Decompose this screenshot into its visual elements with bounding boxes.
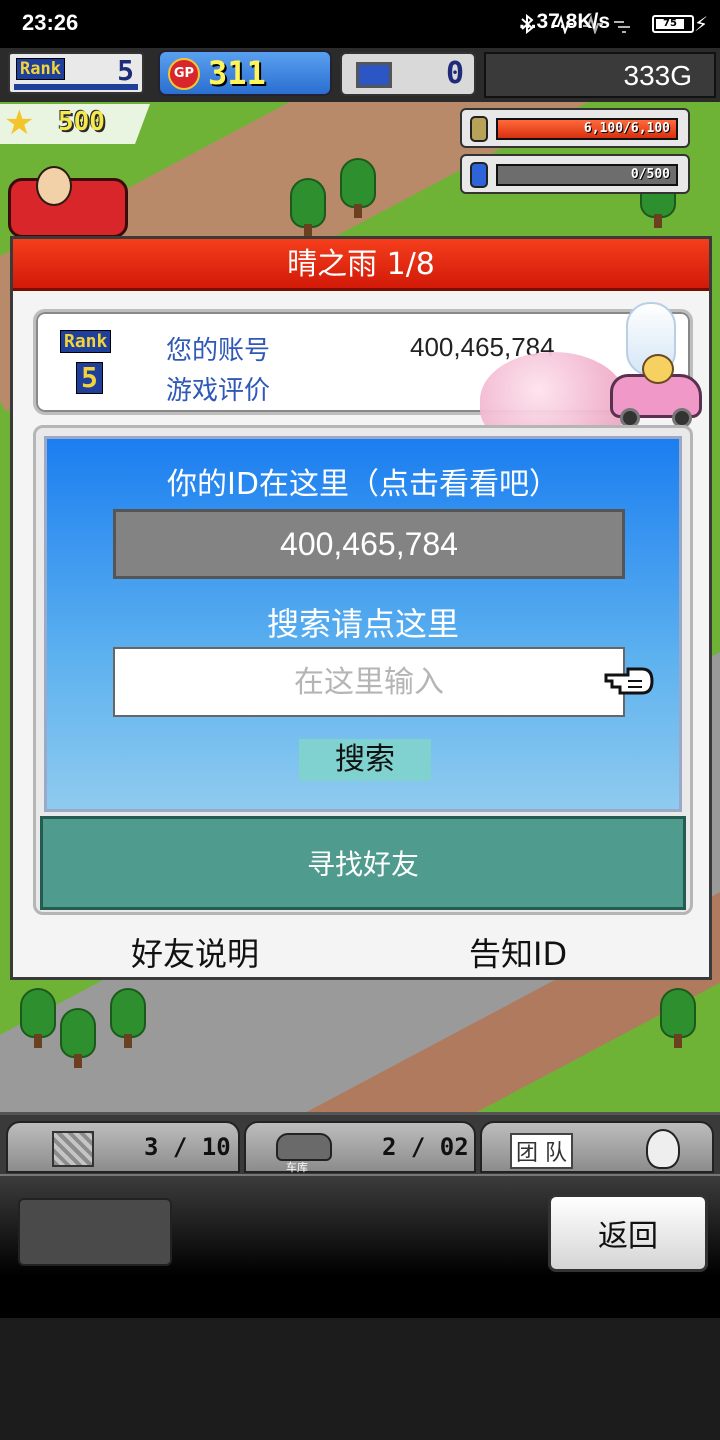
bluetooth-icon (521, 14, 534, 34)
tree-icon (290, 178, 326, 240)
profile-card: Rank 5 您的账号 游戏评价 400,465,784 (33, 302, 702, 448)
find-friends-button[interactable]: 寻找好友 (40, 816, 686, 910)
star-icon: ★ (4, 103, 35, 143)
items-count: 3 / 10 (144, 1133, 231, 1161)
battery-icon: 75 (652, 15, 694, 33)
search-panel: 你的ID在这里（点击看看吧） 400,465,784 搜索请点这里 搜索 寻找好… (33, 425, 693, 915)
garage-label: 车库 (286, 1161, 308, 1174)
tab-team[interactable]: 团 队 (480, 1121, 714, 1173)
coin-text: 6,100/6,100 (583, 121, 670, 136)
rating-label: 游戏评价 (166, 376, 271, 406)
star-value: 500 (58, 107, 105, 137)
face-icon (646, 1129, 680, 1169)
pc-display[interactable]: 0 (340, 52, 476, 96)
empty-slot (18, 1198, 172, 1266)
money-display: 333G (484, 52, 716, 98)
signal-icon-2 (583, 14, 603, 34)
pc-value: 0 (445, 56, 464, 91)
bottom-tab-bar: 3 / 10 车库 2 / 02 团 队 (0, 1112, 720, 1174)
rabbit-car-avatar (608, 302, 708, 438)
search-input[interactable] (113, 647, 625, 717)
status-bar: 23:26 ...37.8K/s 75 ⚡ (0, 0, 720, 48)
account-label: 您的账号 (166, 336, 271, 366)
tree-icon (60, 1008, 96, 1070)
tree-icon (20, 988, 56, 1050)
car-icon (276, 1133, 332, 1161)
rank-label: Rank (16, 58, 65, 80)
my-id-box[interactable]: 400,465,784 (113, 509, 625, 579)
pc-icon (356, 62, 392, 88)
rank-display: Rank 5 (8, 52, 144, 94)
screen-footer (0, 1318, 720, 1440)
gp-value: 311 (208, 54, 266, 92)
gp-display[interactable]: GP 311 (158, 50, 332, 96)
friend-info-link[interactable]: 好友说明 (131, 929, 259, 975)
star-display: ★ 500 (0, 104, 150, 144)
fuel-bar: 0/500 (496, 164, 678, 186)
tree-icon (660, 988, 696, 1050)
fuel-icon (470, 162, 488, 188)
fuel-resource: 0/500 (460, 154, 690, 194)
back-button[interactable]: 返回 (548, 1194, 708, 1272)
box-icon (52, 1131, 94, 1167)
friend-dialog: 晴之雨 1/8 Rank 5 您的账号 游戏评价 400,465,784 你的I… (10, 236, 712, 980)
profile-rank-value: 5 (76, 362, 103, 394)
tab-items[interactable]: 3 / 10 (6, 1121, 240, 1173)
hand-pointer-icon (604, 667, 654, 695)
signal-icon (553, 14, 573, 34)
money-value: 333G (623, 60, 693, 91)
tree-icon (110, 988, 146, 1050)
garage-count: 2 / 02 (382, 1133, 469, 1161)
tab-garage[interactable]: 车库 2 / 02 (244, 1121, 476, 1174)
profile-rank-label: Rank (60, 330, 112, 353)
search-button[interactable]: 搜索 (299, 739, 431, 781)
notify-id-link[interactable]: 告知ID (469, 929, 567, 975)
gp-icon: GP (168, 58, 200, 90)
tree-icon (340, 158, 376, 220)
team-label: 团 队 (510, 1133, 573, 1169)
driver-character (36, 166, 72, 206)
rank-value: 5 (117, 54, 134, 87)
coin-bar: 6,100/6,100 (496, 118, 678, 140)
wifi-icon (614, 21, 630, 33)
rank-progress-bar (14, 84, 138, 90)
id-title: 你的ID在这里（点击看看吧） (167, 467, 559, 502)
bottom-panel: 返回 (0, 1174, 720, 1318)
status-time: 23:26 (22, 10, 79, 35)
id-search-area: 你的ID在这里（点击看看吧） 400,465,784 搜索请点这里 搜索 (44, 436, 682, 812)
coin-resource: 6,100/6,100 (460, 108, 690, 148)
search-title: 搜索请点这里 (266, 605, 459, 643)
coin-icon (470, 116, 488, 142)
dialog-title: 晴之雨 1/8 (13, 239, 709, 291)
fuel-text: 0/500 (630, 167, 670, 182)
charging-icon: ⚡ (693, 12, 708, 36)
